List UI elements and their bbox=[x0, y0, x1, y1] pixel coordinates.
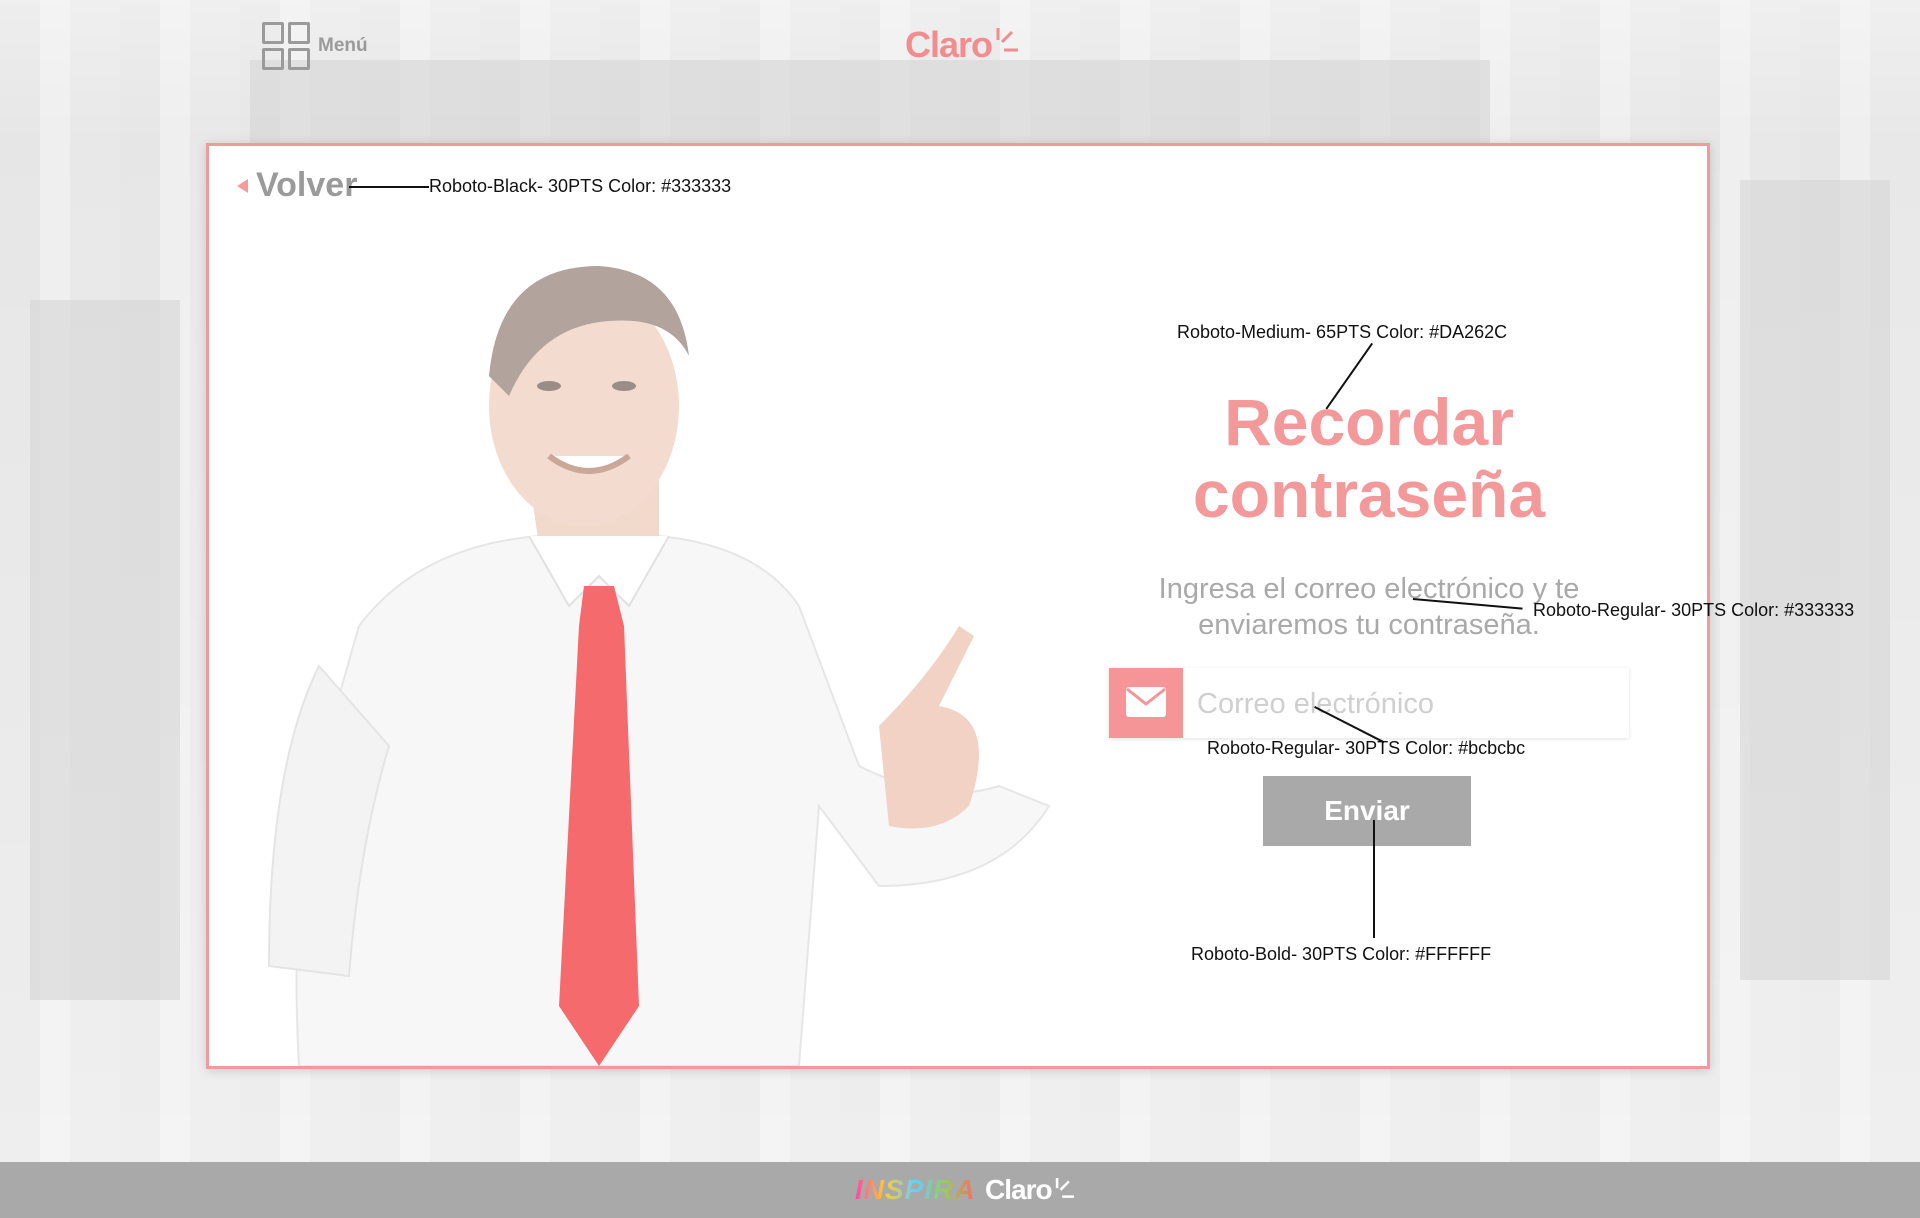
claro-logo-footer: Claro bbox=[985, 1174, 1074, 1206]
annotation-input: Roboto-Regular- 30PTS Color: #bcbcbc bbox=[1207, 738, 1526, 758]
claro-logo[interactable]: Claro bbox=[905, 24, 1019, 66]
send-button[interactable]: Enviar bbox=[1263, 776, 1471, 846]
annotation-back: Roboto-Black- 30PTS Color: #333333 bbox=[429, 176, 732, 196]
email-field bbox=[1109, 668, 1629, 740]
grid-menu-icon bbox=[262, 22, 310, 70]
back-button[interactable]: Volver bbox=[237, 166, 357, 205]
recover-password-card: Volver Recordar contraseña Ingresa el co… bbox=[206, 143, 1710, 1069]
menu-label: Menú bbox=[318, 35, 368, 56]
inspira-logo: INSPIRA bbox=[855, 1174, 976, 1205]
person-illustration bbox=[267, 266, 1051, 1066]
page-title: Recordar contraseña bbox=[1192, 385, 1546, 531]
annotation-subtitle: Roboto-Regular- 30PTS Color: #333333 bbox=[1533, 600, 1855, 620]
mail-icon bbox=[1109, 668, 1183, 738]
menu-button[interactable]: Menú bbox=[262, 22, 368, 70]
logo-text: Claro bbox=[905, 24, 993, 65]
back-arrow-icon bbox=[237, 178, 248, 193]
annotation-title: Roboto-Medium- 65PTS Color: #DA262C bbox=[1177, 322, 1508, 342]
annotation-leader bbox=[349, 186, 429, 188]
back-label: Volver bbox=[256, 166, 358, 204]
annotation-button: Roboto-Bold- 30PTS Color: #FFFFFF bbox=[1191, 944, 1492, 964]
email-input[interactable] bbox=[1195, 668, 1619, 740]
annotation-leader bbox=[1373, 820, 1375, 938]
